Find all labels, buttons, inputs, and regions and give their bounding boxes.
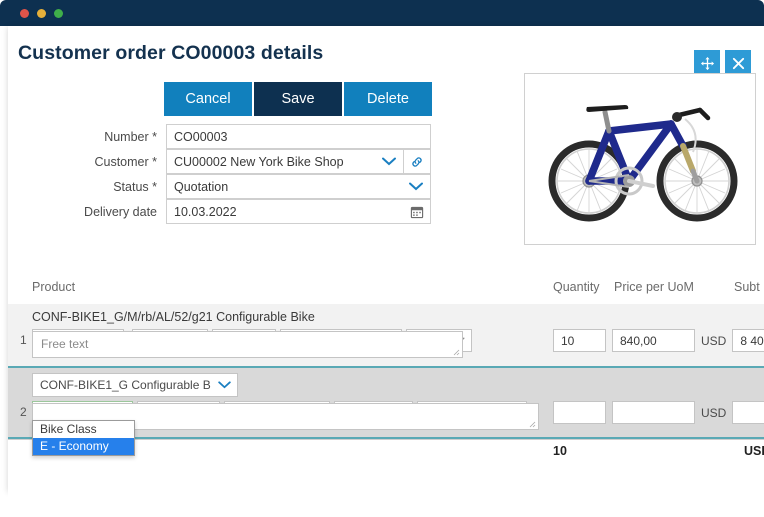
row2-index: 2 bbox=[20, 405, 27, 419]
customer-value: CU00002 New York Bike Shop bbox=[174, 154, 344, 169]
delivery-date-value: 10.03.2022 bbox=[174, 204, 237, 219]
row2-quantity-input[interactable] bbox=[553, 401, 606, 424]
chevron-down-icon bbox=[215, 381, 231, 389]
minimize-window-dot[interactable] bbox=[37, 9, 46, 18]
number-value: CO00003 bbox=[174, 129, 228, 144]
table-header: Product Quantity Price per UoM Subt bbox=[8, 275, 764, 304]
delete-button[interactable]: Delete bbox=[344, 82, 432, 116]
dialog-action-buttons: Cancel Save Delete bbox=[164, 82, 432, 116]
number-field[interactable]: CO00003 bbox=[166, 124, 431, 149]
row1-subtotal-input[interactable]: 8 40 bbox=[732, 329, 764, 352]
col-header-product: Product bbox=[32, 280, 76, 294]
resize-handle-icon[interactable] bbox=[528, 420, 536, 428]
table-row: CONF-BIKE1_G Configurable Bike 2 E - Eco… bbox=[8, 366, 764, 456]
row1-quantity-input[interactable]: 10 bbox=[553, 329, 606, 352]
row1-currency: USD bbox=[701, 333, 727, 348]
customer-link-icon[interactable] bbox=[404, 149, 431, 174]
col-header-quantity: Quantity bbox=[553, 280, 600, 294]
col-header-subtotal: Subt bbox=[734, 280, 760, 294]
row1-index: 1 bbox=[20, 333, 27, 347]
total-quantity: 10 bbox=[553, 444, 567, 458]
window-titlebar bbox=[0, 0, 764, 26]
order-form: Number * CO00003 Customer * CU00002 New … bbox=[8, 124, 448, 224]
page-title: Customer order CO00003 details bbox=[18, 42, 324, 64]
row2-product-select[interactable]: CONF-BIKE1_G Configurable Bike bbox=[32, 373, 238, 397]
status-field[interactable]: Quotation bbox=[166, 174, 431, 199]
calendar-icon[interactable] bbox=[410, 205, 424, 219]
maximize-window-dot[interactable] bbox=[54, 9, 63, 18]
form-row-number: Number * CO00003 bbox=[8, 124, 448, 149]
total-currency: USD bbox=[744, 444, 764, 458]
close-window-dot[interactable] bbox=[20, 9, 29, 18]
row1-price-input[interactable]: 840,00 bbox=[612, 329, 695, 352]
order-details-dialog: Customer order CO00003 details Cancel Sa… bbox=[8, 26, 764, 491]
row2-product-name: CONF-BIKE1_G Configurable Bike bbox=[40, 378, 211, 392]
dialog-footer-area bbox=[8, 491, 764, 517]
row2-subtotal-input[interactable] bbox=[732, 401, 764, 424]
col-header-price: Price per UoM bbox=[614, 280, 694, 294]
form-row-delivery-date: Delivery date 10.03.2022 bbox=[8, 199, 448, 224]
bike-class-dropdown-list[interactable]: Bike Class E - Economy bbox=[32, 420, 135, 456]
customer-field[interactable]: CU00002 New York Bike Shop bbox=[166, 149, 404, 174]
dropdown-option-e-economy[interactable]: E - Economy bbox=[33, 438, 134, 455]
status-label: Status * bbox=[113, 179, 157, 194]
row2-price-input[interactable] bbox=[612, 401, 695, 424]
delivery-date-field[interactable]: 10.03.2022 bbox=[166, 199, 431, 224]
save-button[interactable]: Save bbox=[254, 82, 342, 116]
row1-product-name: CONF-BIKE1_G/M/rb/AL/52/g21 Configurable… bbox=[32, 310, 315, 324]
customer-label: Customer * bbox=[94, 154, 157, 169]
order-items-table: Product Quantity Price per UoM Subt CONF… bbox=[8, 275, 764, 463]
number-label: Number * bbox=[104, 129, 157, 144]
app-window: Customer order CO00003 details Cancel Sa… bbox=[0, 0, 764, 517]
form-row-customer: Customer * CU00002 New York Bike Shop bbox=[8, 149, 448, 174]
cancel-button[interactable]: Cancel bbox=[164, 82, 252, 116]
status-value: Quotation bbox=[174, 179, 229, 194]
row1-free-text[interactable]: Free text bbox=[32, 331, 463, 358]
form-row-status: Status * Quotation bbox=[8, 174, 448, 199]
table-row: CONF-BIKE1_G/M/rb/AL/52/g21 Configurable… bbox=[8, 304, 764, 366]
dropdown-option-bike-class[interactable]: Bike Class bbox=[33, 421, 134, 438]
chevron-down-icon[interactable] bbox=[409, 182, 423, 191]
window-controls bbox=[20, 9, 63, 18]
row2-currency: USD bbox=[701, 405, 727, 420]
delivery-date-label: Delivery date bbox=[84, 204, 157, 219]
bike-product-image bbox=[524, 73, 756, 245]
row1-free-text-placeholder: Free text bbox=[41, 337, 89, 351]
bike-illustration bbox=[525, 74, 755, 244]
chevron-down-icon[interactable] bbox=[382, 157, 396, 166]
resize-handle-icon[interactable] bbox=[452, 348, 460, 356]
